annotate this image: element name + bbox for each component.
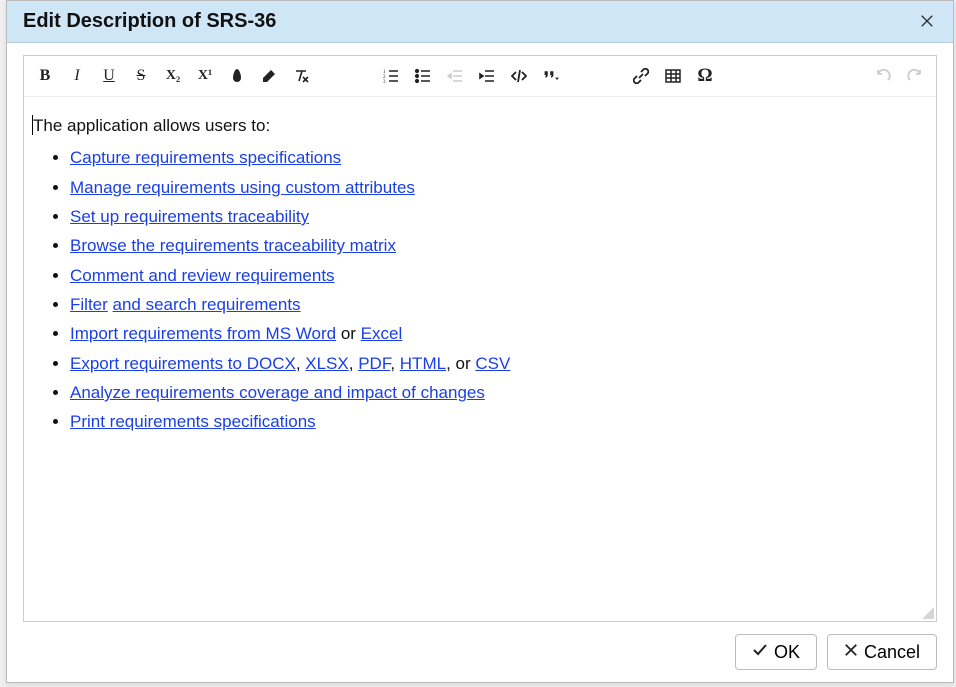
content-link[interactable]: Excel <box>361 324 403 343</box>
list-item: Export requirements to DOCX, XLSX, PDF, … <box>70 351 928 377</box>
dialog-footer: OK Cancel <box>7 622 953 682</box>
outdent-button[interactable] <box>440 61 470 91</box>
content-link[interactable]: Import requirements from MS Word <box>70 324 336 343</box>
superscript-button[interactable]: X¹ <box>190 61 220 91</box>
code-block-button[interactable] <box>504 61 534 91</box>
x-icon <box>844 643 858 661</box>
list-item: Print requirements specifications <box>70 409 928 435</box>
indent-button[interactable] <box>472 61 502 91</box>
editor-toolbar: B I U S X₂ X¹ 123 <box>24 56 936 97</box>
list-item: Manage requirements using custom attribu… <box>70 175 928 201</box>
content-link[interactable]: Print requirements specifications <box>70 412 316 431</box>
table-button[interactable] <box>658 61 688 91</box>
content-link[interactable]: Capture requirements specifications <box>70 148 341 167</box>
list-item: Analyze requirements coverage and impact… <box>70 380 928 406</box>
dialog-header: Edit Description of SRS-36 <box>7 1 953 43</box>
content-link[interactable]: CSV <box>475 354 510 373</box>
content-link[interactable]: Browse the requirements traceability mat… <box>70 236 396 255</box>
content-link[interactable]: and search requirements <box>113 295 301 314</box>
text-color-button[interactable] <box>222 61 252 91</box>
resize-grip-icon[interactable] <box>920 605 934 619</box>
cancel-button[interactable]: Cancel <box>827 634 937 670</box>
redo-button[interactable] <box>900 61 930 91</box>
edit-description-dialog: Edit Description of SRS-36 B I U S X₂ X¹ <box>6 0 954 683</box>
list-item: Comment and review requirements <box>70 263 928 289</box>
svg-text:3: 3 <box>383 80 386 84</box>
close-button[interactable] <box>915 10 939 34</box>
content-link[interactable]: Comment and review requirements <box>70 266 335 285</box>
special-char-button[interactable]: Ω <box>690 61 720 91</box>
list-item: Capture requirements specifications <box>70 145 928 171</box>
strikethrough-button[interactable]: S <box>126 61 156 91</box>
ordered-list-button[interactable]: 123 <box>376 61 406 91</box>
content-link[interactable]: Manage requirements using custom attribu… <box>70 178 415 197</box>
content-link[interactable]: HTML <box>400 354 446 373</box>
dialog-title: Edit Description of SRS-36 <box>23 10 276 33</box>
content-link[interactable]: XLSX <box>305 354 348 373</box>
underline-button[interactable]: U <box>94 61 124 91</box>
highlight-button[interactable] <box>254 61 284 91</box>
intro-text: The application allows users to: <box>33 116 270 135</box>
content-link[interactable]: Set up requirements traceability <box>70 207 309 226</box>
rich-text-editor: B I U S X₂ X¹ 123 <box>23 55 937 622</box>
content-link[interactable]: PDF <box>358 354 390 373</box>
bold-button[interactable]: B <box>30 61 60 91</box>
content-link[interactable]: Analyze requirements coverage and impact… <box>70 383 485 402</box>
subscript-button[interactable]: X₂ <box>158 61 188 91</box>
list-item: Set up requirements traceability <box>70 204 928 230</box>
editor-content[interactable]: The application allows users to: Capture… <box>24 97 936 621</box>
check-icon <box>752 642 768 662</box>
unordered-list-button[interactable] <box>408 61 438 91</box>
feature-list: Capture requirements specifications Manag… <box>32 145 928 435</box>
list-item: Import requirements from MS Word or Exce… <box>70 321 928 347</box>
link-button[interactable] <box>626 61 656 91</box>
blockquote-button[interactable] <box>536 61 566 91</box>
ok-button[interactable]: OK <box>735 634 817 670</box>
undo-button[interactable] <box>868 61 898 91</box>
content-link[interactable]: Export requirements to DOCX <box>70 354 296 373</box>
content-link[interactable]: Filter <box>70 295 108 314</box>
clear-formatting-button[interactable] <box>286 61 316 91</box>
list-item: Browse the requirements traceability mat… <box>70 233 928 259</box>
italic-button[interactable]: I <box>62 61 92 91</box>
list-item: Filter and search requirements <box>70 292 928 318</box>
